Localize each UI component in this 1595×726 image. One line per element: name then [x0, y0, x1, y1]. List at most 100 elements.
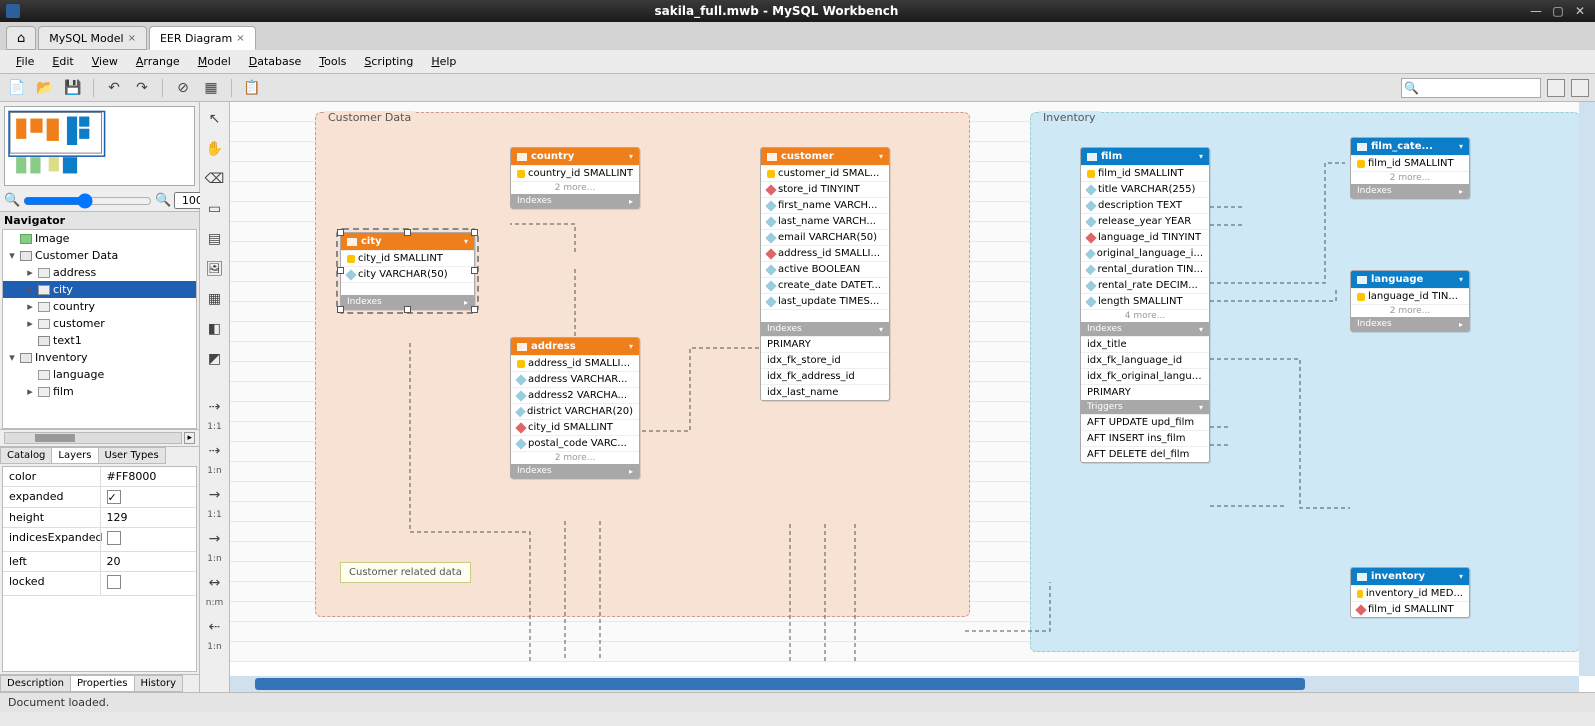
- menu-edit[interactable]: Edit: [44, 53, 81, 70]
- menu-file[interactable]: File: [8, 53, 42, 70]
- checkbox[interactable]: [107, 531, 121, 545]
- save-button[interactable]: 💾: [62, 77, 84, 99]
- tool-layer[interactable]: ▭: [204, 198, 226, 220]
- tab-eer-diagram[interactable]: EER Diagram ×: [149, 26, 256, 50]
- home-tab[interactable]: ⌂: [6, 26, 36, 50]
- entity-film-category[interactable]: film_cate...▾ film_id SMALLINT 2 more...…: [1350, 137, 1470, 199]
- panel-toggle-2[interactable]: [1571, 79, 1589, 97]
- tab-layers[interactable]: Layers: [51, 447, 98, 464]
- checkbox[interactable]: [107, 575, 121, 589]
- tree-row[interactable]: ▸customer: [3, 315, 196, 332]
- property-row[interactable]: locked: [3, 572, 196, 596]
- expand-icon[interactable]: ▸: [25, 266, 35, 279]
- menu-database[interactable]: Database: [241, 53, 310, 70]
- entity-address[interactable]: address▾ address_id SMALLI... address VA…: [510, 337, 640, 479]
- entity-country[interactable]: country▾ country_id SMALLINT 2 more... I…: [510, 147, 640, 209]
- tool-rel-1-1-a[interactable]: ⇢: [204, 396, 226, 418]
- tool-note[interactable]: ▤: [204, 228, 226, 250]
- tab-properties[interactable]: Properties: [70, 675, 135, 692]
- close-button[interactable]: ✕: [1571, 4, 1589, 18]
- menu-scripting[interactable]: Scripting: [356, 53, 421, 70]
- chevron-down-icon[interactable]: ▾: [464, 237, 468, 246]
- tool-rel-1-n-a[interactable]: ⇢: [204, 440, 226, 462]
- tool-pointer[interactable]: ↖: [204, 108, 226, 130]
- close-icon[interactable]: ×: [236, 33, 244, 44]
- property-row[interactable]: expanded✓: [3, 487, 196, 508]
- vertical-scrollbar[interactable]: [1579, 102, 1595, 676]
- zoom-slider[interactable]: [23, 193, 152, 209]
- close-icon[interactable]: ×: [128, 33, 136, 44]
- tab-description[interactable]: Description: [0, 675, 71, 692]
- expand-icon[interactable]: ▸: [25, 385, 35, 398]
- maximize-button[interactable]: ▢: [1549, 4, 1567, 18]
- tool-image[interactable]: 🖼: [204, 258, 226, 280]
- zoom-out-button[interactable]: 🔍: [4, 193, 20, 208]
- expand-icon[interactable]: [25, 334, 35, 347]
- entity-film[interactable]: film▾ film_id SMALLINT title VARCHAR(255…: [1080, 147, 1210, 463]
- minimap[interactable]: [4, 106, 195, 186]
- tool-rel-1-1-b[interactable]: →: [204, 484, 226, 506]
- checkbox[interactable]: ✓: [107, 490, 121, 504]
- tree-scroll-right[interactable]: ▸: [184, 432, 195, 444]
- chevron-right-icon[interactable]: ▸: [464, 298, 468, 307]
- search-input[interactable]: [1421, 81, 1538, 94]
- tab-mysql-model[interactable]: MySQL Model ×: [38, 26, 147, 50]
- note-text1[interactable]: Customer related data: [340, 562, 471, 583]
- tree-row[interactable]: ▾Customer Data: [3, 247, 196, 264]
- expand-icon[interactable]: [25, 368, 35, 381]
- diagram-canvas[interactable]: Customer Data Customer related data Inve…: [230, 102, 1595, 662]
- align-button[interactable]: ▦: [200, 77, 222, 99]
- tool-eraser[interactable]: ⌫: [204, 168, 226, 190]
- redo-button[interactable]: ↷: [131, 77, 153, 99]
- expand-icon[interactable]: ▸: [25, 317, 35, 330]
- tree-row[interactable]: ▸address: [3, 264, 196, 281]
- menu-help[interactable]: Help: [423, 53, 464, 70]
- tab-catalog[interactable]: Catalog: [0, 447, 52, 464]
- menu-arrange[interactable]: Arrange: [128, 53, 188, 70]
- tree-row[interactable]: ▸country: [3, 298, 196, 315]
- zoom-in-button[interactable]: 🔍: [155, 193, 171, 208]
- tool-rel-1-n-c[interactable]: ⇠: [204, 616, 226, 638]
- tree-row[interactable]: text1: [3, 332, 196, 349]
- catalog-tree[interactable]: Image▾Customer Data▸address▸city▸country…: [2, 229, 197, 429]
- property-row[interactable]: indicesExpanded: [3, 528, 196, 552]
- tool-table[interactable]: ▦: [204, 288, 226, 310]
- horizontal-scrollbar[interactable]: [230, 676, 1579, 692]
- undo-button[interactable]: ↶: [103, 77, 125, 99]
- property-row[interactable]: color#FF8000: [3, 467, 196, 487]
- tool-rel-1-n-b[interactable]: →: [204, 528, 226, 550]
- tool-routine[interactable]: ◩: [204, 348, 226, 370]
- expand-icon[interactable]: ▸: [25, 300, 35, 313]
- expand-icon[interactable]: ▾: [7, 351, 17, 364]
- property-row[interactable]: height129: [3, 508, 196, 528]
- menu-tools[interactable]: Tools: [311, 53, 354, 70]
- new-file-button[interactable]: 📄: [6, 77, 28, 99]
- tool-hand[interactable]: ✋: [204, 138, 226, 160]
- export-button[interactable]: 📋: [241, 77, 263, 99]
- entity-city[interactable]: city▾ city_id SMALLINT city VARCHAR(50) …: [340, 232, 475, 310]
- search-box[interactable]: 🔍: [1401, 78, 1541, 98]
- property-row[interactable]: left20: [3, 552, 196, 572]
- tool-view[interactable]: ◧: [204, 318, 226, 340]
- menu-view[interactable]: View: [84, 53, 126, 70]
- expand-icon[interactable]: ▾: [7, 249, 17, 262]
- expand-icon[interactable]: ▸: [25, 283, 35, 296]
- tree-row[interactable]: ▾Inventory: [3, 349, 196, 366]
- tree-row[interactable]: language: [3, 366, 196, 383]
- property-grid[interactable]: color#FF8000expanded✓height129indicesExp…: [2, 466, 197, 672]
- chevron-down-icon[interactable]: ▾: [629, 152, 633, 161]
- tree-row[interactable]: ▸film: [3, 383, 196, 400]
- tab-usertypes[interactable]: User Types: [98, 447, 166, 464]
- toggle-grid-button[interactable]: ⊘: [172, 77, 194, 99]
- entity-language[interactable]: language▾ language_id TIN... 2 more... I…: [1350, 270, 1470, 332]
- tab-history[interactable]: History: [134, 675, 184, 692]
- minimize-button[interactable]: —: [1527, 4, 1545, 18]
- panel-toggle-1[interactable]: [1547, 79, 1565, 97]
- expand-icon[interactable]: [7, 232, 17, 245]
- tree-row-selected[interactable]: ▸city: [3, 281, 196, 298]
- menu-model[interactable]: Model: [190, 53, 239, 70]
- entity-inventory[interactable]: inventory▾ inventory_id MED... film_id S…: [1350, 567, 1470, 618]
- tree-row[interactable]: Image: [3, 230, 196, 247]
- entity-customer[interactable]: customer▾ customer_id SMAL... store_id T…: [760, 147, 890, 401]
- open-file-button[interactable]: 📂: [34, 77, 56, 99]
